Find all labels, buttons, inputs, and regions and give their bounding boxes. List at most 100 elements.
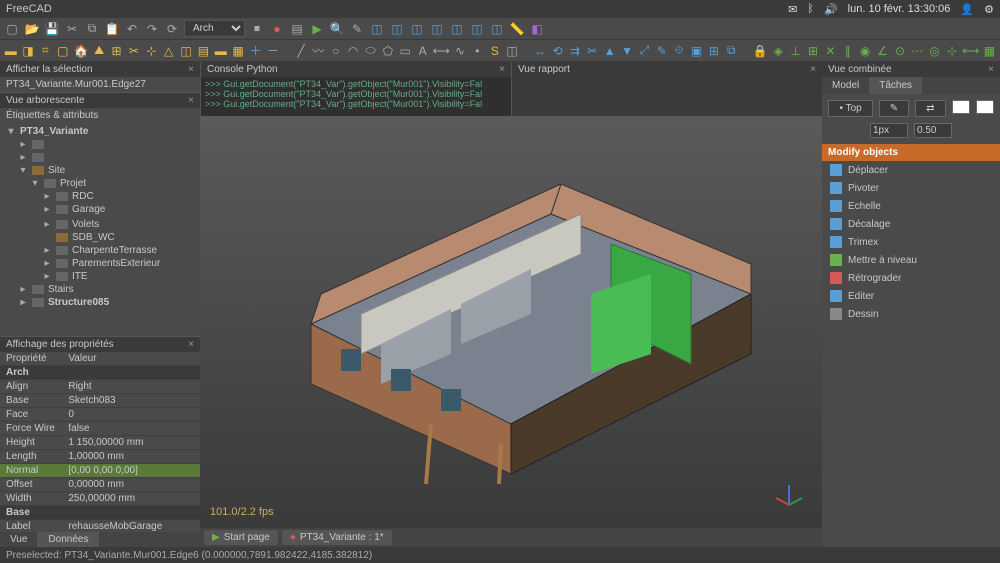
arch-axis-icon[interactable]: ⊹: [145, 43, 158, 59]
snap-cen-icon[interactable]: ⊙: [893, 43, 906, 59]
close-icon[interactable]: ×: [810, 64, 816, 75]
user-icon[interactable]: 👤: [960, 3, 974, 16]
3d-viewport[interactable]: 101.0/2.2 fps: [200, 116, 822, 528]
props-table[interactable]: PropriétéValeur Arch AlignRight BaseSket…: [0, 352, 200, 532]
redo-icon[interactable]: ↷: [144, 21, 160, 37]
arch-struct-icon[interactable]: ◨: [21, 43, 34, 59]
draft-bspline-icon[interactable]: ∿: [453, 43, 466, 59]
snap-ext-icon[interactable]: ⋯: [911, 43, 924, 59]
arch-wall-icon[interactable]: ▬: [4, 43, 17, 59]
close-icon[interactable]: ×: [988, 64, 994, 75]
snap-mid-icon[interactable]: ◈: [772, 43, 785, 59]
task-rotate[interactable]: Pivoter: [822, 179, 1000, 197]
task-scale[interactable]: Echelle: [822, 197, 1000, 215]
snap-ang-icon[interactable]: ∠: [876, 43, 889, 59]
undo-icon[interactable]: ↶: [124, 21, 140, 37]
draft-dim-icon[interactable]: ⟷: [433, 43, 449, 59]
face-color-swatch[interactable]: [952, 100, 970, 114]
arch-add-icon[interactable]: ＋: [249, 43, 262, 59]
draft-w2s-icon[interactable]: ⟐: [672, 43, 685, 59]
task-edit[interactable]: Editer: [822, 287, 1000, 305]
draft-rect-icon[interactable]: ▭: [399, 43, 412, 59]
draft-ellipse-icon[interactable]: ⬭: [364, 43, 377, 59]
draft-polygon-icon[interactable]: ⬠: [381, 43, 394, 59]
arch-roof-icon[interactable]: △: [162, 43, 175, 59]
draft-circle-icon[interactable]: ○: [329, 43, 342, 59]
snap-ortho-icon[interactable]: ⊹: [945, 43, 958, 59]
arch-panel-icon[interactable]: ▬: [214, 43, 227, 59]
macro-list-icon[interactable]: ▤: [289, 21, 305, 37]
task-move[interactable]: Déplacer: [822, 161, 1000, 179]
tree-struct[interactable]: Structure085: [48, 297, 109, 308]
draft-wire-icon[interactable]: 〰: [312, 43, 325, 59]
part-icon[interactable]: ◧: [529, 21, 545, 37]
macro-play-icon[interactable]: ▶: [309, 21, 325, 37]
draft-move-icon[interactable]: ↔: [533, 43, 546, 59]
tree-item[interactable]: ParementsExterieur: [72, 258, 160, 269]
draft-arc-icon[interactable]: ◠: [346, 43, 359, 59]
arch-window-icon[interactable]: ⊞: [110, 43, 123, 59]
snap-grid-icon[interactable]: ⊞: [806, 43, 819, 59]
draft-shapestring-icon[interactable]: S: [488, 43, 501, 59]
arch-remove-icon[interactable]: －: [266, 43, 279, 59]
zoom-fit-icon[interactable]: 🔍: [329, 21, 345, 37]
macro-stop-icon[interactable]: ⏹: [249, 21, 265, 37]
copy-icon[interactable]: ⧉: [84, 21, 100, 37]
arch-space-icon[interactable]: ◫: [179, 43, 192, 59]
tree-body[interactable]: ▾PT34_Variante ▸ ▸ ▾Site ▾Projet ▸RDC ▸G…: [0, 123, 200, 336]
top-icon[interactable]: ◫: [409, 21, 425, 37]
macro-rec-icon[interactable]: ●: [269, 21, 285, 37]
task-section-head[interactable]: Modify objects: [822, 144, 1000, 161]
tree-item[interactable]: Garage: [72, 204, 105, 215]
arch-site-icon[interactable]: ⛰: [92, 43, 105, 59]
close-icon[interactable]: ×: [188, 64, 194, 75]
right-icon[interactable]: ◫: [429, 21, 445, 37]
draft-downgrade-icon[interactable]: ▼: [620, 43, 633, 59]
task-downgrade[interactable]: Rétrograder: [822, 269, 1000, 287]
cut-icon[interactable]: ✂: [64, 21, 80, 37]
snap-dim-icon[interactable]: ⟷: [963, 43, 979, 59]
snap-par-icon[interactable]: ∥: [841, 43, 854, 59]
tab-tasks[interactable]: Tâches: [869, 77, 922, 94]
tree-item[interactable]: ITE: [72, 271, 88, 282]
prop-tab-vue[interactable]: Vue: [0, 532, 38, 547]
style-button[interactable]: ✎: [879, 100, 909, 117]
snap-wp-icon[interactable]: ▦: [983, 43, 996, 59]
line-width-input[interactable]: [870, 123, 908, 138]
arch-building-icon[interactable]: 🏠: [74, 43, 89, 59]
arch-frame-icon[interactable]: ▦: [231, 43, 244, 59]
measure-icon[interactable]: 📏: [509, 21, 525, 37]
save-icon[interactable]: 💾: [44, 21, 60, 37]
tab-start-page[interactable]: ▶Start page: [204, 530, 278, 545]
tab-document[interactable]: ●PT34_Variante : 1*: [282, 530, 392, 545]
tree-item[interactable]: Volets: [72, 219, 99, 230]
snap-end-icon[interactable]: ◉: [858, 43, 871, 59]
bottom-icon[interactable]: ◫: [469, 21, 485, 37]
draft-trimex-icon[interactable]: ✂: [586, 43, 599, 59]
draft-offset-icon[interactable]: ⇉: [568, 43, 581, 59]
draft-clone-icon[interactable]: ⧉: [725, 43, 738, 59]
draft-text-icon[interactable]: A: [416, 43, 429, 59]
arch-rebar-icon[interactable]: ⌗: [39, 43, 52, 59]
snap-lock-icon[interactable]: 🔒: [753, 43, 768, 59]
close-icon[interactable]: ×: [188, 339, 194, 350]
tree-stairs[interactable]: Stairs: [48, 284, 74, 295]
tree-site[interactable]: Site: [48, 165, 65, 176]
tree-item[interactable]: CharpenteTerrasse: [72, 245, 157, 256]
snap-perp-icon[interactable]: ⊥: [789, 43, 802, 59]
draft-rotate-icon[interactable]: ⟲: [551, 43, 564, 59]
tree-item[interactable]: RDC: [72, 191, 94, 202]
new-icon[interactable]: ▢: [4, 21, 20, 37]
close-icon[interactable]: ×: [499, 64, 505, 75]
tree-root[interactable]: PT34_Variante: [20, 126, 88, 137]
task-offset[interactable]: Décalage: [822, 215, 1000, 233]
task-trimex[interactable]: Trimex: [822, 233, 1000, 251]
snap-near-icon[interactable]: ◎: [928, 43, 941, 59]
draft-dview-icon[interactable]: ▣: [690, 43, 703, 59]
workbench-selector[interactable]: Arch: [184, 20, 245, 37]
draw-style-icon[interactable]: ✎: [349, 21, 365, 37]
draft-line-icon[interactable]: ╱: [294, 43, 307, 59]
python-console[interactable]: >>> Gui.getDocument("PT34_Var").getObjec…: [201, 77, 511, 116]
arch-section-icon[interactable]: ✂: [127, 43, 140, 59]
tree-item[interactable]: SDB_WC: [72, 232, 115, 243]
